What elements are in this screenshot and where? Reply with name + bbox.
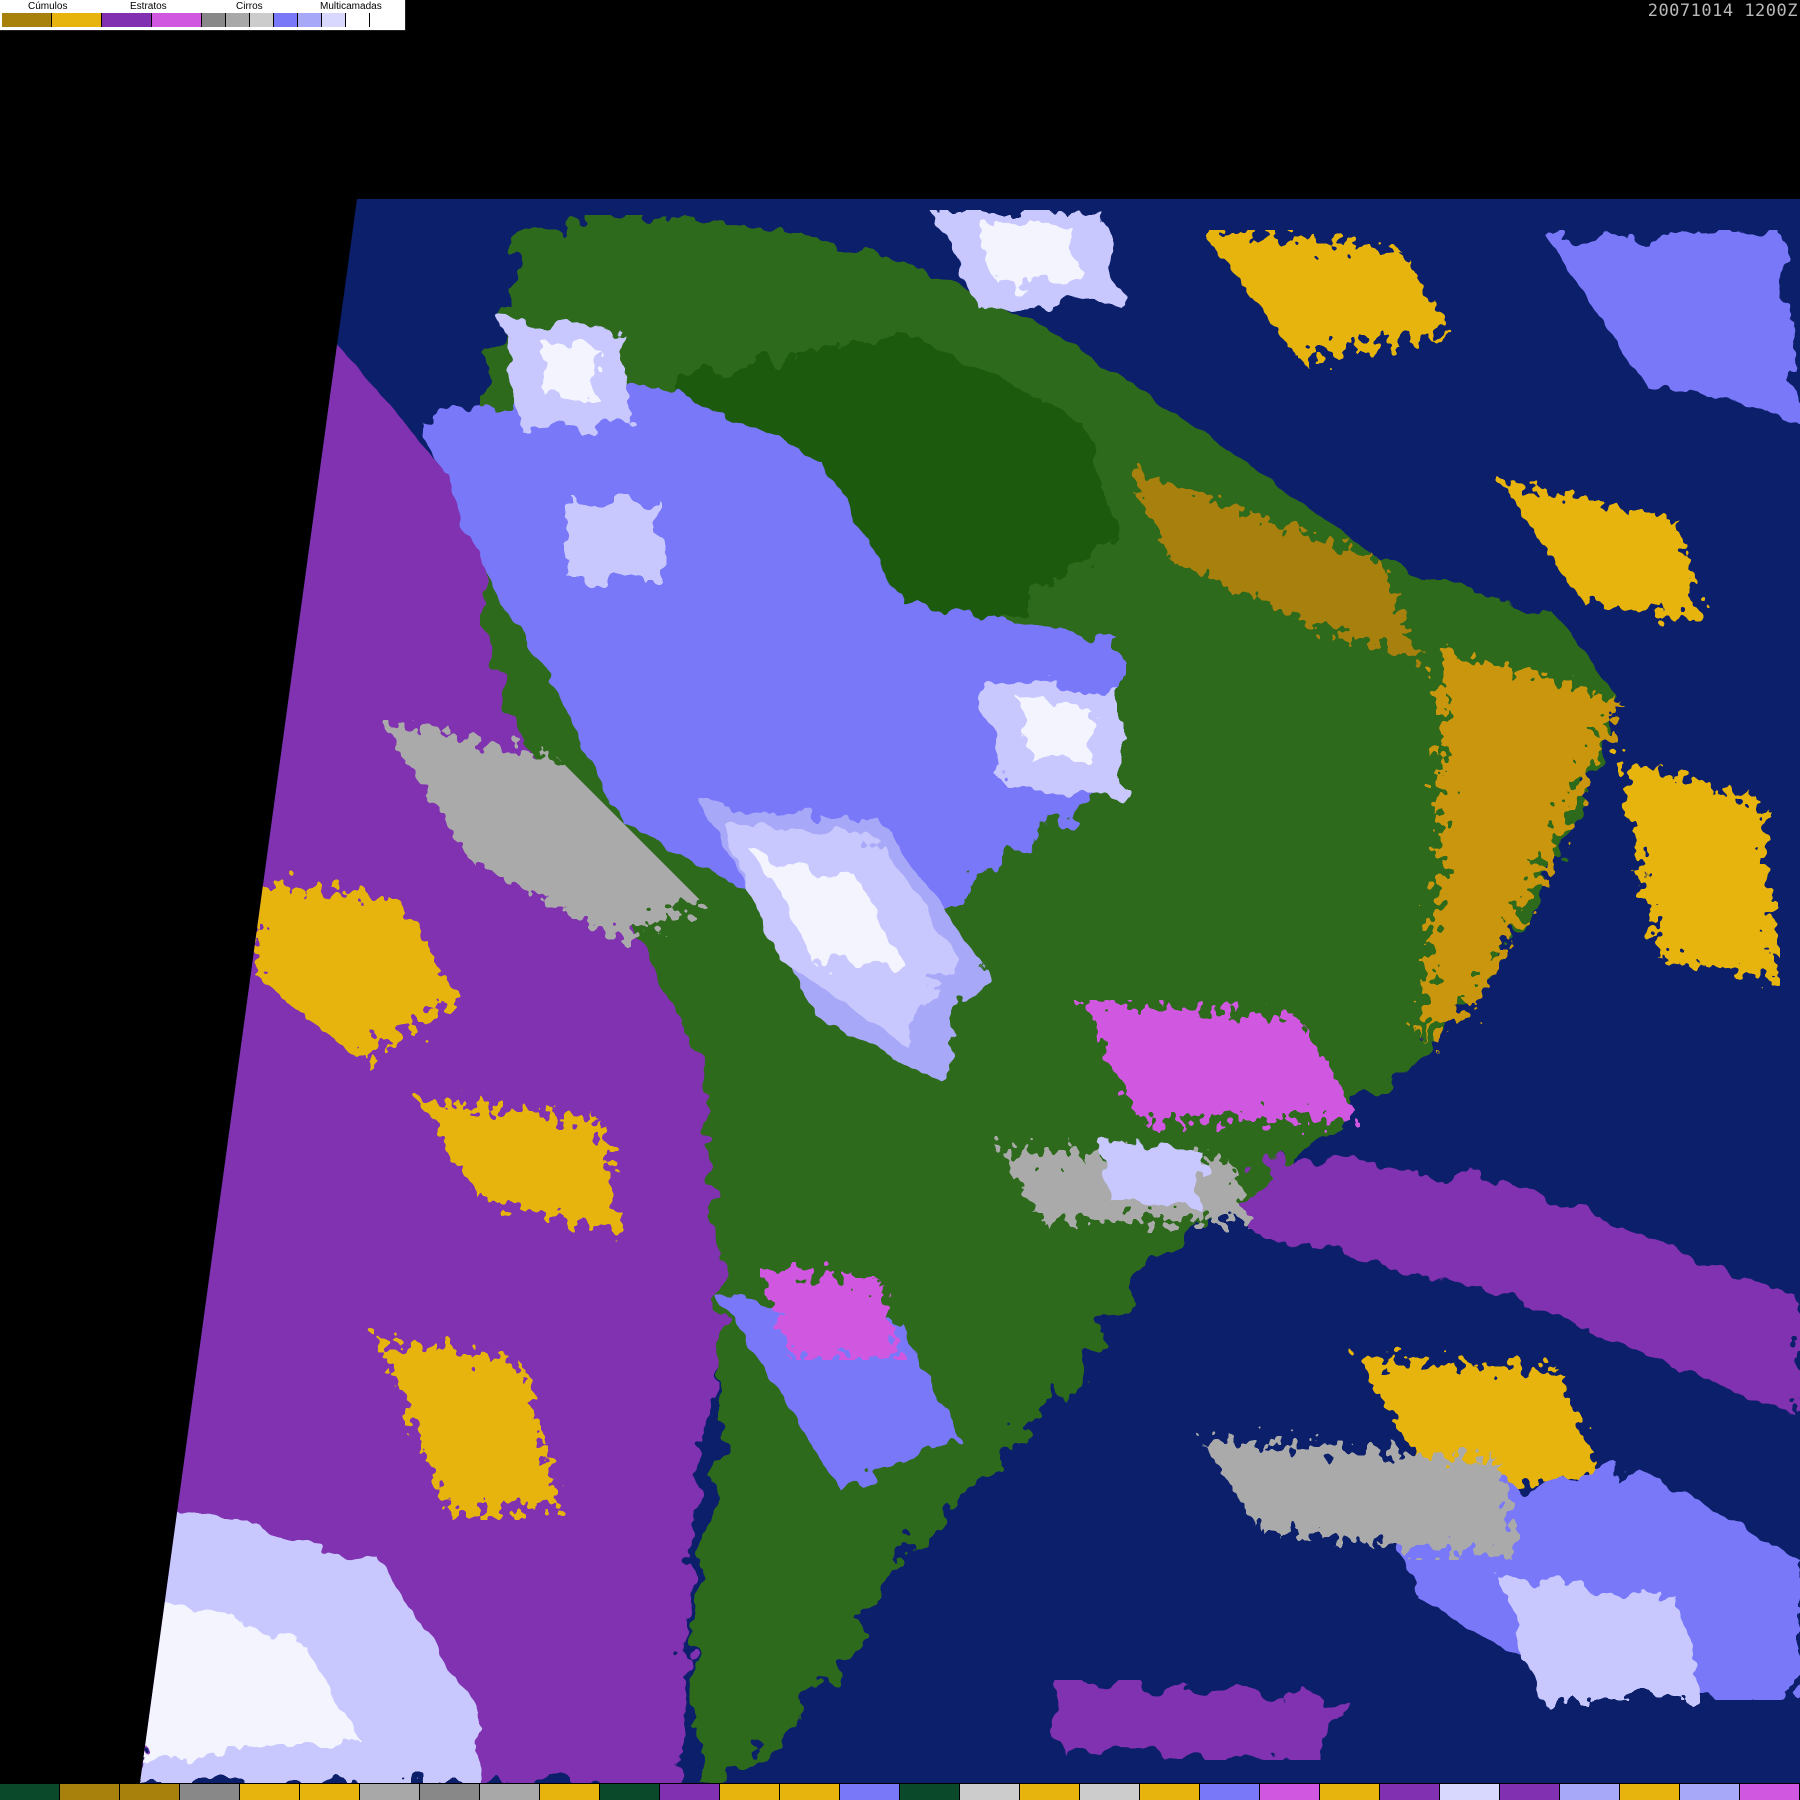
strip-cell [540,1784,600,1800]
strip-cell [900,1784,960,1800]
strip-cell [60,1784,120,1800]
strip-cell [840,1784,900,1800]
legend-label-multilayer: Multicamadas [320,1,382,12]
strip-cell [1620,1784,1680,1800]
legend-swatch-2-0 [202,13,226,27]
legend-swatch-1-1 [152,13,202,27]
strip-cell [1440,1784,1500,1800]
strip-cell [1500,1784,1560,1800]
strip-cell [0,1784,60,1800]
strip-cell [660,1784,720,1800]
legend-swatches [2,13,370,27]
legend-swatch-0-0 [2,13,52,27]
timestamp-label: 20071014 1200Z [1647,1,1798,21]
strip-cell [1560,1784,1620,1800]
legend-label-stratus: Estratos [130,1,167,12]
strip-cell [1380,1784,1440,1800]
strip-cell [600,1784,660,1800]
strip-cell [480,1784,540,1800]
strip-cell [720,1784,780,1800]
strip-cell [120,1784,180,1800]
strip-cell [360,1784,420,1800]
strip-cell [420,1784,480,1800]
strip-cell [780,1784,840,1800]
legend-label-cumulus: Cúmulos [28,1,68,12]
strip-cell [1140,1784,1200,1800]
strip-cell [1260,1784,1320,1800]
strip-cell [1200,1784,1260,1800]
legend-swatch-2-2 [250,13,274,27]
legend-label-cirrus: Cirros [236,1,263,12]
legend-swatch-3-1 [298,13,322,27]
legend-swatch-2-1 [226,13,250,27]
legend-swatch-3-2 [322,13,346,27]
strip-cell [1740,1784,1800,1800]
strip-cell [240,1784,300,1800]
strip-cell [1320,1784,1380,1800]
strip-cell [1080,1784,1140,1800]
legend-swatch-0-1 [52,13,102,27]
strip-cell [180,1784,240,1800]
legend-swatch-3-3 [346,13,370,27]
strip-cell [960,1784,1020,1800]
legend-swatch-3-0 [274,13,298,27]
satellite-map [140,199,1800,1783]
bottom-color-strip [0,1784,1800,1800]
strip-cell [1020,1784,1080,1800]
strip-cell [1680,1784,1740,1800]
legend-swatch-1-0 [102,13,152,27]
cloud-type-legend: Cúmulos Estratos Cirros Multicamadas [0,0,406,31]
strip-cell [300,1784,360,1800]
